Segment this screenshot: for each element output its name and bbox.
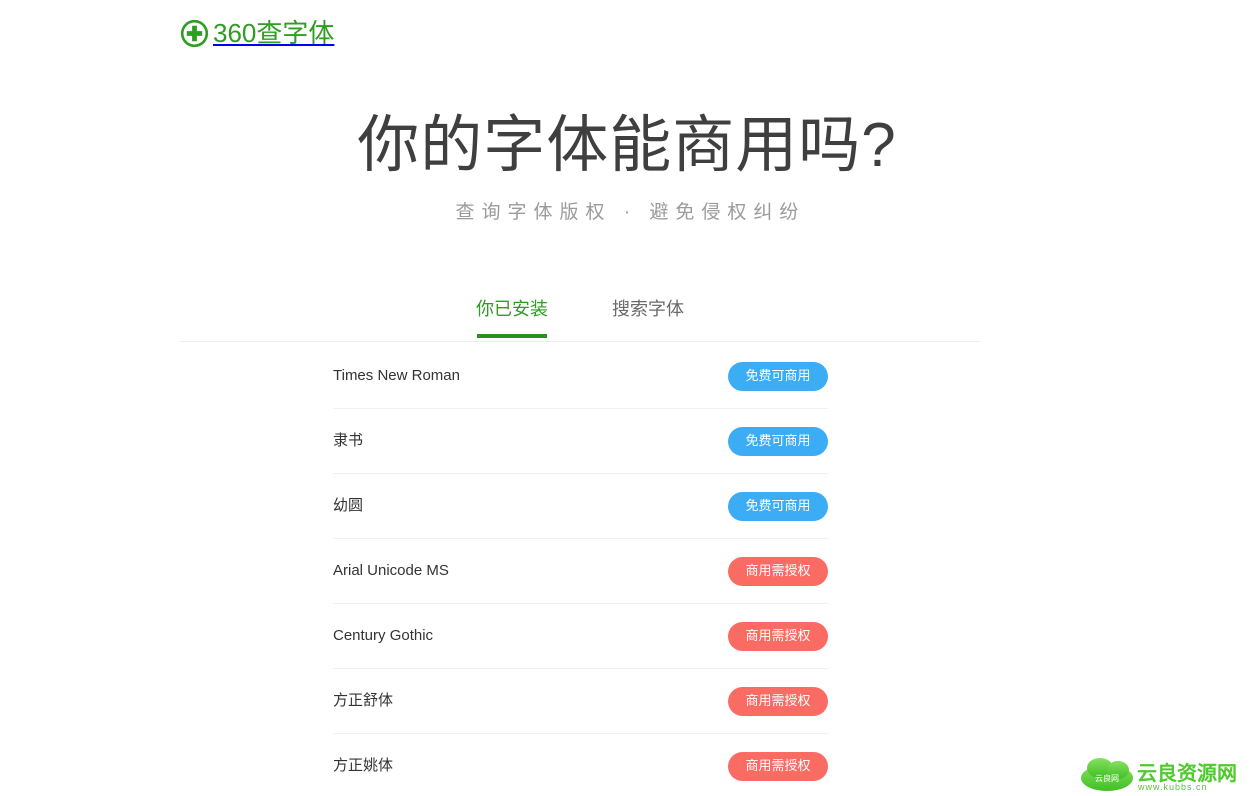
font-name: Arial Unicode MS	[333, 562, 449, 579]
watermark-site-name: 云良资源网	[1137, 761, 1237, 785]
tab-bar: 你已安装 搜索字体	[180, 296, 980, 342]
watermark: 云良网 云良资源网 www.kubbs.cn	[1080, 754, 1250, 794]
tabs-divider	[180, 341, 980, 342]
site-logo-text: 360查字体	[213, 18, 335, 48]
status-badge[interactable]: 免费可商用	[728, 491, 828, 521]
site-header: 360查字体	[0, 0, 1254, 74]
table-row[interactable]: Times New Roman 免费可商用	[333, 344, 828, 409]
page-root: 360查字体 你的字体能商用吗? 查询字体版权 · 避免侵权纠纷 你已安装 搜索…	[0, 0, 1254, 796]
table-row[interactable]: 方正姚体 商用需授权	[333, 734, 828, 796]
status-badge[interactable]: 商用需授权	[728, 621, 828, 651]
table-row[interactable]: Century Gothic 商用需授权	[333, 604, 828, 669]
table-row[interactable]: Arial Unicode MS 商用需授权	[333, 539, 828, 604]
circle-plus-icon	[180, 19, 209, 48]
watermark-cloud-label: 云良网	[1095, 773, 1119, 783]
font-name: Century Gothic	[333, 627, 434, 644]
status-badge[interactable]: 商用需授权	[728, 686, 828, 716]
tab-installed[interactable]: 你已安装	[472, 296, 552, 338]
tabs-container: 你已安装 搜索字体	[180, 296, 980, 344]
site-logo[interactable]: 360查字体	[180, 19, 334, 48]
tab-search-fonts[interactable]: 搜索字体	[608, 296, 688, 338]
cloud-icon	[1081, 758, 1133, 791]
status-badge[interactable]: 免费可商用	[728, 361, 828, 391]
font-name: 幼圆	[333, 497, 364, 514]
status-badge[interactable]: 商用需授权	[728, 556, 828, 586]
font-name: 方正姚体	[333, 757, 394, 774]
table-row[interactable]: 幼圆 免费可商用	[333, 474, 828, 539]
page-subtitle: 查询字体版权 · 避免侵权纠纷	[455, 202, 806, 223]
font-name: Times New Roman	[333, 367, 460, 384]
watermark-url: www.kubbs.cn	[1137, 782, 1208, 792]
table-row[interactable]: 方正舒体 商用需授权	[333, 669, 828, 734]
font-list: Times New Roman 免费可商用 隶书 免费可商用 幼圆 免费可商用 …	[333, 344, 828, 796]
font-name: 方正舒体	[333, 692, 394, 709]
page-title: 你的字体能商用吗?	[357, 111, 897, 180]
font-name: 隶书	[333, 432, 364, 449]
status-badge[interactable]: 商用需授权	[728, 751, 828, 781]
hero-section: 你的字体能商用吗? 查询字体版权 · 避免侵权纠纷	[0, 104, 1254, 226]
status-badge[interactable]: 免费可商用	[728, 426, 828, 456]
table-row[interactable]: 隶书 免费可商用	[333, 409, 828, 474]
